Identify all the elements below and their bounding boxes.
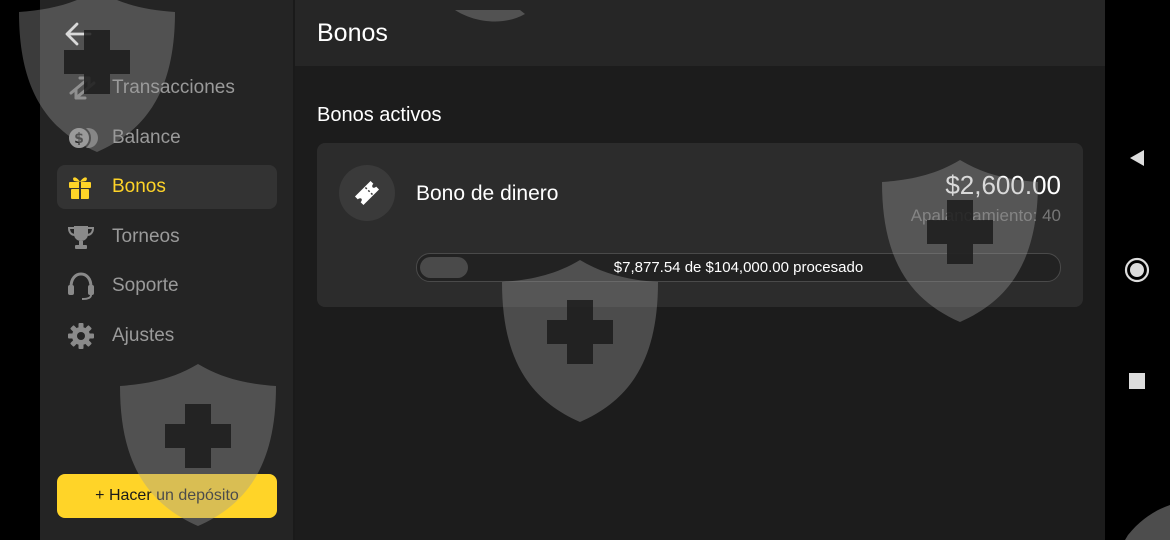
- circle-home-icon: [1124, 257, 1150, 283]
- sidebar-item-label: Transacciones: [112, 77, 235, 98]
- sidebar-item-label: Ajustes: [112, 324, 175, 346]
- sidebar-item-bonos[interactable]: Bonos: [57, 165, 277, 210]
- system-back-button[interactable]: [1120, 141, 1154, 175]
- sidebar-item-soporte[interactable]: Soporte: [57, 264, 277, 308]
- header: Bonos: [295, 0, 1105, 66]
- back-button[interactable]: [60, 16, 96, 52]
- sidebar-item-balance[interactable]: $ Balance: [57, 116, 277, 160]
- ticket-icon: [354, 180, 380, 206]
- bonus-amount: $2,600.00: [945, 170, 1061, 200]
- bonus-name: Bono de dinero: [416, 182, 559, 205]
- sidebar-item-label: Balance: [112, 126, 181, 148]
- coins-icon: $: [67, 123, 101, 153]
- page-title: Bonos: [317, 19, 388, 47]
- progress-text: $7,877.54 de $104,000.00 procesado: [613, 259, 864, 276]
- deposit-button[interactable]: + Hacer un depósito: [57, 474, 277, 518]
- square-recents-icon: [1129, 373, 1145, 389]
- sidebar-item-label: Torneos: [112, 225, 180, 247]
- transfer-arrows-icon: [67, 73, 101, 103]
- sidebar-item-label: Soporte: [112, 275, 179, 297]
- left-edge: [0, 0, 40, 540]
- bonus-card[interactable]: Bono de dinero $2,600.00 Apalancamiento:…: [317, 143, 1083, 307]
- ticket-icon-badge: [339, 165, 395, 221]
- sidebar-item-ajustes[interactable]: Ajustes: [57, 314, 277, 358]
- svg-text:$: $: [74, 131, 84, 147]
- wagering-progress-bar: $7,877.54 de $104,000.00 procesado: [416, 253, 1061, 282]
- arrow-left-icon: [65, 22, 92, 46]
- sidebar-item-torneos[interactable]: Torneos: [57, 215, 277, 259]
- section-title: Bonos activos: [317, 104, 442, 126]
- gift-icon: [67, 172, 101, 202]
- trophy-icon: [67, 222, 101, 252]
- sidebar-item-label: Bonos: [112, 176, 166, 198]
- main-content: Bonos Bonos activos Bono de dinero $2,60…: [295, 0, 1105, 540]
- headset-icon: [67, 271, 101, 301]
- sidebar-menu: Transacciones $ Balance Bonos Torneos So…: [57, 66, 277, 364]
- system-home-button[interactable]: [1120, 253, 1154, 287]
- bonus-leverage: Apalancamiento: 40: [910, 206, 1061, 225]
- system-recents-button[interactable]: [1120, 364, 1154, 398]
- sidebar-item-transacciones[interactable]: Transacciones: [57, 66, 277, 110]
- gear-icon: [67, 321, 101, 351]
- triangle-back-icon: [1130, 150, 1144, 166]
